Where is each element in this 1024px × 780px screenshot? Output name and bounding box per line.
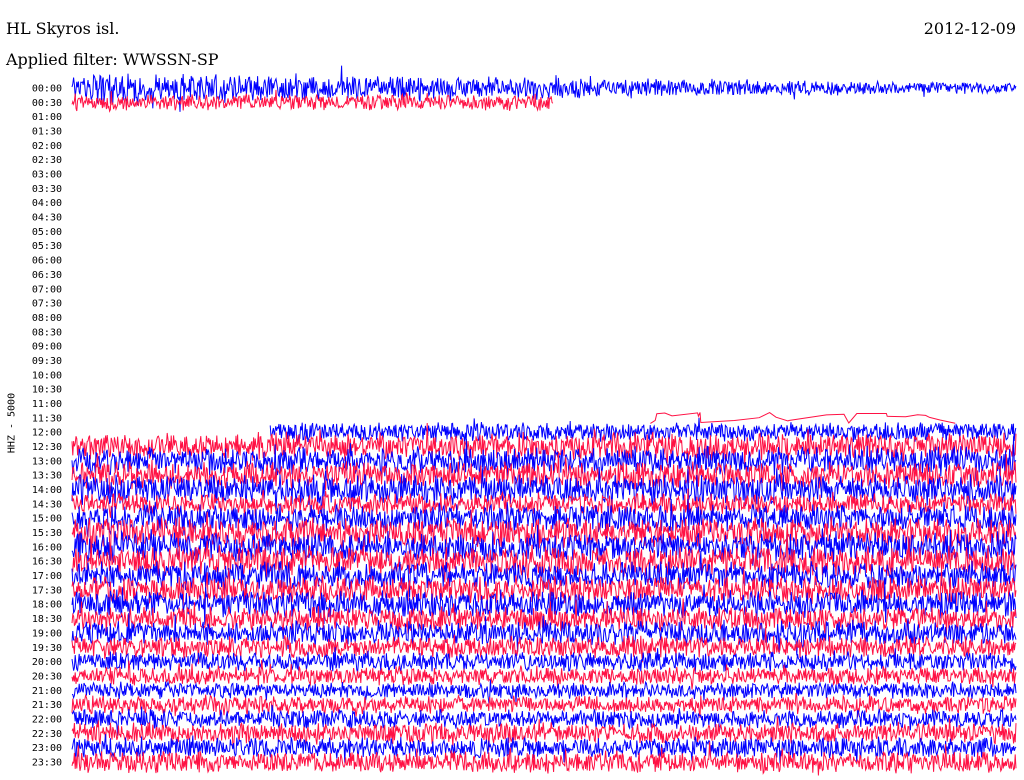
trace-0000-line (71, 65, 1017, 112)
time-axis-labels: 00:00 00:30 01:00 01:30 02:00 02:30 03:00 03:30… (32, 84, 62, 769)
time-tick-label: 19:30 (32, 643, 62, 654)
time-tick-label: 10:30 (32, 385, 62, 396)
trace-lines (71, 65, 1017, 776)
time-tick-label: 03:00 (32, 170, 62, 181)
time-tick-label: 17:00 (32, 571, 62, 582)
time-tick-label: 01:30 (32, 127, 62, 138)
time-tick-label: 13:00 (32, 456, 62, 467)
time-tick-label: 20:00 (32, 657, 62, 668)
time-tick-label: 13:30 (32, 471, 62, 482)
time-tick-label: 10:00 (32, 370, 62, 381)
time-tick-label: 21:30 (32, 700, 62, 711)
time-tick-label: 05:30 (32, 241, 62, 252)
time-tick-label: 12:30 (32, 442, 62, 453)
time-tick-label: 14:30 (32, 499, 62, 510)
time-tick-label: 11:00 (32, 399, 62, 410)
time-tick-label: 06:30 (32, 270, 62, 281)
time-tick-label: 00:30 (32, 98, 62, 109)
time-tick-label: 16:00 (32, 542, 62, 553)
time-tick-label: 14:00 (32, 485, 62, 496)
time-tick-label: 15:30 (32, 528, 62, 539)
time-tick-label: 07:30 (32, 299, 62, 310)
time-tick-label: 16:30 (32, 557, 62, 568)
time-tick-label: 22:00 (32, 714, 62, 725)
time-tick-label: 06:00 (32, 256, 62, 267)
time-tick-label: 02:30 (32, 155, 62, 166)
time-tick-label: 22:30 (32, 729, 62, 740)
time-tick-label: 18:00 (32, 600, 62, 611)
time-tick-label: 01:00 (32, 112, 62, 123)
time-tick-label: 18:30 (32, 614, 62, 625)
time-tick-label: 05:00 (32, 227, 62, 238)
time-tick-label: 09:00 (32, 342, 62, 353)
time-tick-label: 00:00 (32, 84, 62, 95)
time-tick-label: 19:00 (32, 628, 62, 639)
trace-1130-line (650, 412, 956, 424)
time-tick-label: 08:30 (32, 327, 62, 338)
time-tick-label: 08:00 (32, 313, 62, 324)
time-tick-label: 23:30 (32, 757, 62, 768)
time-tick-label: 07:00 (32, 284, 62, 295)
seismogram-plot: 00:00 00:30 01:00 01:30 02:00 02:30 03:00 03:30… (32, 65, 1017, 776)
time-tick-label: 23:00 (32, 743, 62, 754)
time-tick-label: 02:00 (32, 141, 62, 152)
time-tick-label: 12:00 (32, 428, 62, 439)
time-tick-label: 17:30 (32, 585, 62, 596)
time-tick-label: 03:30 (32, 184, 62, 195)
time-tick-label: 20:30 (32, 671, 62, 682)
time-tick-label: 21:00 (32, 686, 62, 697)
time-tick-label: 11:30 (32, 413, 62, 424)
time-tick-label: 04:30 (32, 213, 62, 224)
time-tick-label: 15:00 (32, 514, 62, 525)
time-tick-label: 04:00 (32, 198, 62, 209)
time-tick-label: 09:30 (32, 356, 62, 367)
